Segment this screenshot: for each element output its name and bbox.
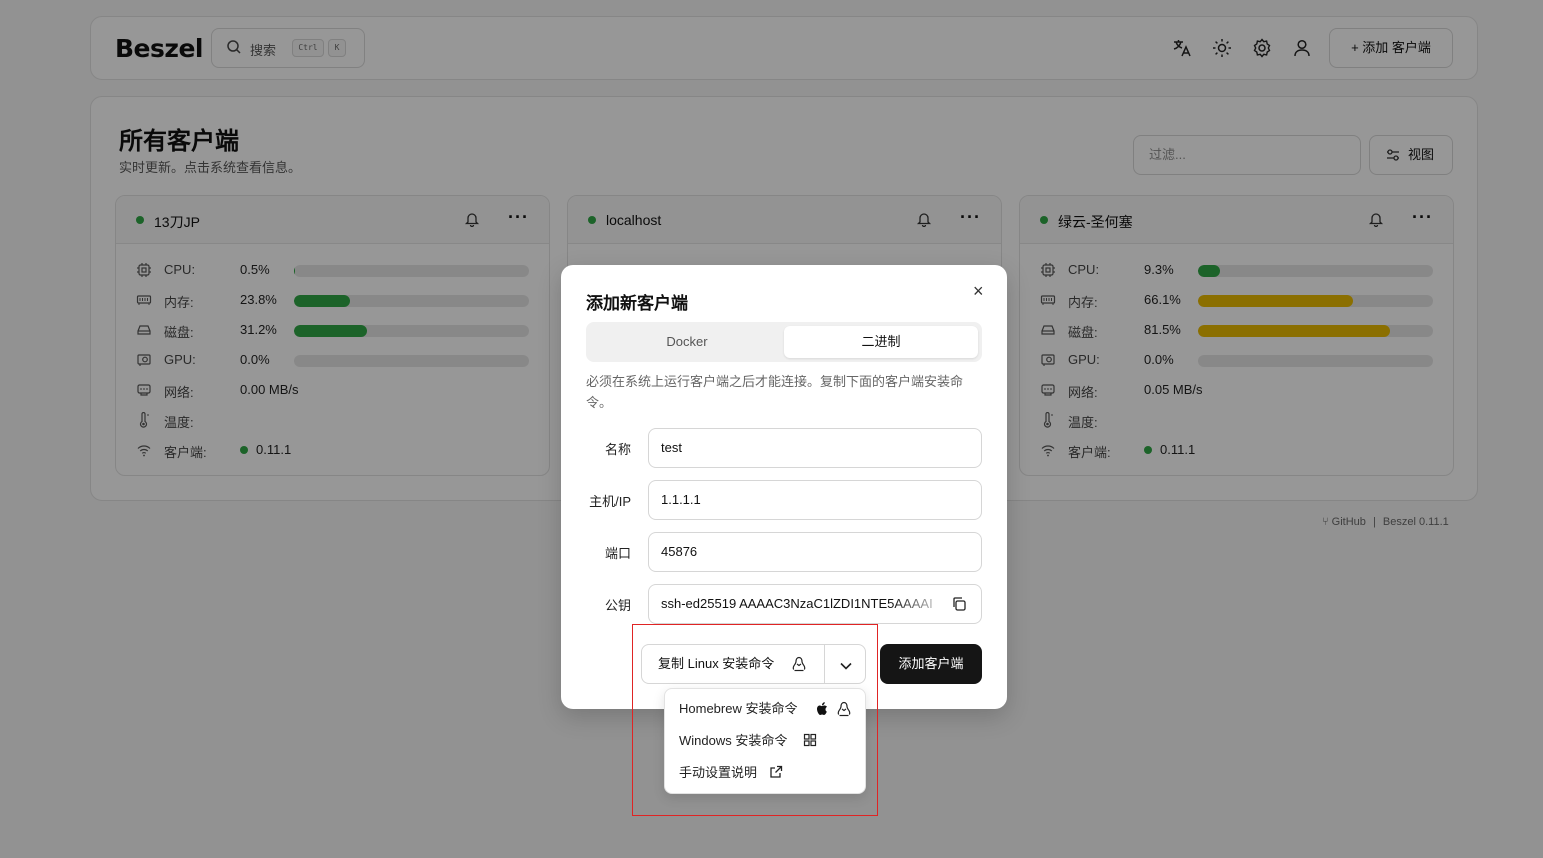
host-label: 主机/IP xyxy=(589,494,631,509)
copy-icon[interactable] xyxy=(951,596,967,612)
tab-docker[interactable]: Docker xyxy=(590,326,784,358)
public-key-field[interactable]: ssh-ed25519 AAAAC3NzaC1lZDI1NTE5AAAAI xyxy=(648,584,982,624)
dialog-description: 必须在系统上运行客户端之后才能连接。复制下面的客户端安装命令。 xyxy=(586,374,964,410)
port-label: 端口 xyxy=(604,546,631,561)
host-field[interactable]: 1.1.1.1 xyxy=(648,480,982,520)
install-type-tabs: Docker 二进制 xyxy=(586,322,982,362)
public-key-label: 公钥 xyxy=(604,598,631,613)
text-fade xyxy=(891,586,951,622)
dialog-title: 添加新客户端 xyxy=(586,294,688,313)
close-icon[interactable]: × xyxy=(973,281,984,302)
name-label: 名称 xyxy=(604,442,631,457)
name-field[interactable]: test xyxy=(648,428,982,468)
tab-binary[interactable]: 二进制 xyxy=(784,326,978,358)
port-field[interactable]: 45876 xyxy=(648,532,982,572)
highlight-box xyxy=(632,624,878,816)
add-client-submit-button[interactable]: 添加客户端 xyxy=(880,644,982,684)
